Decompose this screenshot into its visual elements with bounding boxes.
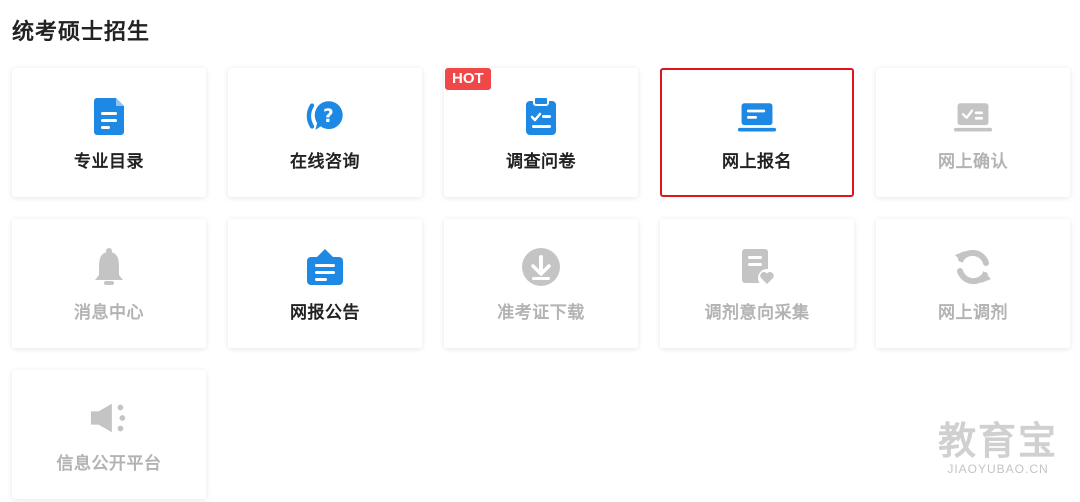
laptop-form-icon [737,96,777,136]
card-online-confirm[interactable]: 网上确认 [876,68,1070,197]
card-label: 消息中心 [74,303,144,323]
card-admission-ticket-download[interactable]: 准考证下载 [444,219,638,348]
card-label: 调剂意向采集 [704,303,810,323]
card-online-adjustment[interactable]: 网上调剂 [876,219,1070,348]
card-label: 网报公告 [290,303,360,323]
card-online-consult[interactable]: ? 在线咨询 [228,68,422,197]
notice-bag-icon [305,247,345,287]
svg-text:?: ? [323,106,334,127]
hot-badge: HOT [445,68,491,90]
watermark-logo: 教育宝 JIAOYUBAO.CN [938,420,1058,476]
card-survey[interactable]: HOT 调查问卷 [444,68,638,197]
clipboard-check-icon [521,96,561,136]
laptop-check-icon [953,96,993,136]
doc-heart-icon [737,247,777,287]
watermark-en: JIAOYUBAO.CN [947,462,1049,476]
card-label: 网上调剂 [938,303,1008,323]
section-title: 统考硕士招生 [12,20,151,45]
chat-question-icon: ? [305,96,345,136]
service-grid: 专业目录 ? 在线咨询 HOT 调查问卷 网上报名 网上确认 消息中心 网报公告… [12,68,1070,499]
card-label: 专业目录 [74,152,144,172]
refresh-icon [953,247,993,287]
speaker-icon [89,398,129,438]
card-label: 在线咨询 [290,152,360,172]
card-label: 网上报名 [722,152,792,172]
card-label: 网上确认 [938,152,1008,172]
card-message-center[interactable]: 消息中心 [12,219,206,348]
card-major-catalog[interactable]: 专业目录 [12,68,206,197]
download-circle-icon [521,247,561,287]
document-list-icon [89,96,129,136]
card-adjustment-intent[interactable]: 调剂意向采集 [660,219,854,348]
card-online-registration[interactable]: 网上报名 [660,68,854,197]
card-label: 信息公开平台 [56,454,162,474]
card-registration-notice[interactable]: 网报公告 [228,219,422,348]
bell-icon [89,247,129,287]
card-label: 调查问卷 [506,152,576,172]
card-label: 准考证下载 [497,303,585,323]
card-info-disclosure[interactable]: 信息公开平台 [12,370,206,499]
watermark-cn: 教育宝 [937,419,1058,463]
